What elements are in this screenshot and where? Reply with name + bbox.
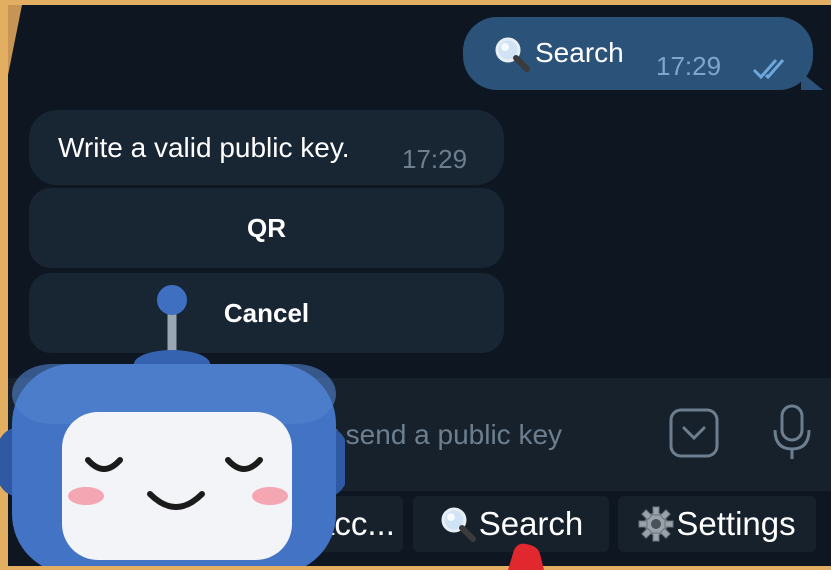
bot-keyboard-icon[interactable]	[668, 407, 720, 459]
corner-decoration	[8, 5, 22, 75]
outgoing-message-time: 17:29	[656, 51, 722, 81]
settings-button[interactable]: Settings	[618, 496, 816, 552]
bubble-tail	[801, 72, 823, 90]
double-check-icon	[752, 59, 785, 80]
search-button-label: Search	[478, 505, 584, 542]
qr-button[interactable]: QR	[29, 188, 504, 268]
microphone-icon[interactable]	[770, 403, 814, 461]
gear-icon	[638, 506, 674, 542]
outgoing-message[interactable]: Search 17:29	[463, 17, 823, 90]
magnifier-icon	[495, 37, 530, 72]
incoming-message[interactable]: Write a valid public key. 17:29	[29, 110, 504, 185]
settings-button-label: Settings	[676, 505, 796, 542]
robot-mascot-icon	[0, 285, 345, 566]
incoming-message-text: Write a valid public key.	[58, 132, 350, 163]
outgoing-message-text: Search	[535, 37, 624, 68]
magnifier-icon	[441, 507, 476, 542]
incoming-message-time: 17:29	[402, 144, 468, 174]
message-input-placeholder[interactable]: or send a public key	[313, 419, 562, 451]
